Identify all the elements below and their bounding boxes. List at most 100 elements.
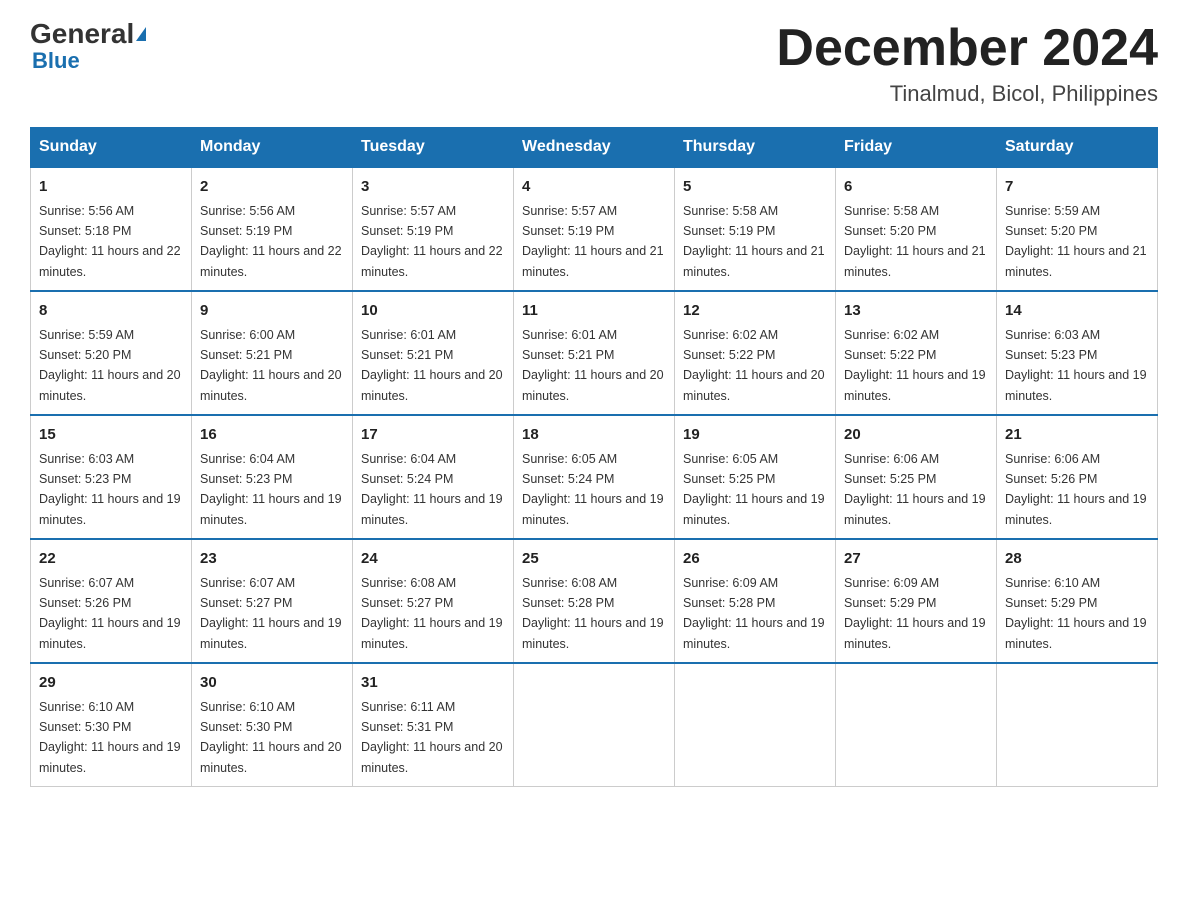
day-number: 31	[361, 672, 505, 695]
day-info: Sunrise: 6:06 AMSunset: 5:26 PMDaylight:…	[1005, 452, 1147, 527]
calendar-header-row: Sunday Monday Tuesday Wednesday Thursday…	[31, 128, 1158, 168]
table-row: 7 Sunrise: 5:59 AMSunset: 5:20 PMDayligh…	[997, 167, 1158, 291]
day-number: 22	[39, 548, 183, 571]
day-info: Sunrise: 5:59 AMSunset: 5:20 PMDaylight:…	[39, 328, 181, 403]
table-row	[514, 663, 675, 787]
day-number: 7	[1005, 176, 1149, 199]
day-info: Sunrise: 6:00 AMSunset: 5:21 PMDaylight:…	[200, 328, 342, 403]
day-info: Sunrise: 6:01 AMSunset: 5:21 PMDaylight:…	[522, 328, 664, 403]
table-row: 20 Sunrise: 6:06 AMSunset: 5:25 PMDaylig…	[836, 415, 997, 539]
day-number: 21	[1005, 424, 1149, 447]
col-monday: Monday	[192, 128, 353, 168]
day-number: 15	[39, 424, 183, 447]
day-number: 1	[39, 176, 183, 199]
day-number: 12	[683, 300, 827, 323]
day-info: Sunrise: 6:02 AMSunset: 5:22 PMDaylight:…	[683, 328, 825, 403]
table-row: 5 Sunrise: 5:58 AMSunset: 5:19 PMDayligh…	[675, 167, 836, 291]
table-row: 1 Sunrise: 5:56 AMSunset: 5:18 PMDayligh…	[31, 167, 192, 291]
day-info: Sunrise: 6:04 AMSunset: 5:23 PMDaylight:…	[200, 452, 342, 527]
calendar-table: Sunday Monday Tuesday Wednesday Thursday…	[30, 127, 1158, 787]
day-number: 10	[361, 300, 505, 323]
calendar-week-row: 8 Sunrise: 5:59 AMSunset: 5:20 PMDayligh…	[31, 291, 1158, 415]
day-number: 11	[522, 300, 666, 323]
day-number: 29	[39, 672, 183, 695]
day-number: 4	[522, 176, 666, 199]
table-row: 10 Sunrise: 6:01 AMSunset: 5:21 PMDaylig…	[353, 291, 514, 415]
table-row: 28 Sunrise: 6:10 AMSunset: 5:29 PMDaylig…	[997, 539, 1158, 663]
calendar-week-row: 15 Sunrise: 6:03 AMSunset: 5:23 PMDaylig…	[31, 415, 1158, 539]
table-row: 18 Sunrise: 6:05 AMSunset: 5:24 PMDaylig…	[514, 415, 675, 539]
day-number: 24	[361, 548, 505, 571]
col-sunday: Sunday	[31, 128, 192, 168]
logo-blue: Blue	[32, 48, 80, 74]
day-info: Sunrise: 6:04 AMSunset: 5:24 PMDaylight:…	[361, 452, 503, 527]
col-wednesday: Wednesday	[514, 128, 675, 168]
table-row: 26 Sunrise: 6:09 AMSunset: 5:28 PMDaylig…	[675, 539, 836, 663]
table-row: 3 Sunrise: 5:57 AMSunset: 5:19 PMDayligh…	[353, 167, 514, 291]
day-number: 26	[683, 548, 827, 571]
table-row: 8 Sunrise: 5:59 AMSunset: 5:20 PMDayligh…	[31, 291, 192, 415]
day-info: Sunrise: 5:57 AMSunset: 5:19 PMDaylight:…	[522, 204, 664, 279]
day-number: 30	[200, 672, 344, 695]
table-row: 30 Sunrise: 6:10 AMSunset: 5:30 PMDaylig…	[192, 663, 353, 787]
day-number: 25	[522, 548, 666, 571]
day-info: Sunrise: 5:58 AMSunset: 5:20 PMDaylight:…	[844, 204, 986, 279]
logo-triangle-icon	[136, 27, 146, 41]
day-info: Sunrise: 6:01 AMSunset: 5:21 PMDaylight:…	[361, 328, 503, 403]
day-number: 2	[200, 176, 344, 199]
day-info: Sunrise: 6:03 AMSunset: 5:23 PMDaylight:…	[1005, 328, 1147, 403]
day-number: 5	[683, 176, 827, 199]
day-info: Sunrise: 6:07 AMSunset: 5:27 PMDaylight:…	[200, 576, 342, 651]
day-info: Sunrise: 6:09 AMSunset: 5:29 PMDaylight:…	[844, 576, 986, 651]
table-row: 12 Sunrise: 6:02 AMSunset: 5:22 PMDaylig…	[675, 291, 836, 415]
title-section: December 2024 Tinalmud, Bicol, Philippin…	[776, 20, 1158, 107]
day-number: 3	[361, 176, 505, 199]
table-row	[836, 663, 997, 787]
table-row: 19 Sunrise: 6:05 AMSunset: 5:25 PMDaylig…	[675, 415, 836, 539]
day-info: Sunrise: 5:56 AMSunset: 5:18 PMDaylight:…	[39, 204, 181, 279]
table-row: 11 Sunrise: 6:01 AMSunset: 5:21 PMDaylig…	[514, 291, 675, 415]
day-info: Sunrise: 6:10 AMSunset: 5:30 PMDaylight:…	[200, 700, 342, 775]
day-info: Sunrise: 5:57 AMSunset: 5:19 PMDaylight:…	[361, 204, 503, 279]
day-info: Sunrise: 5:59 AMSunset: 5:20 PMDaylight:…	[1005, 204, 1147, 279]
day-number: 19	[683, 424, 827, 447]
day-info: Sunrise: 6:06 AMSunset: 5:25 PMDaylight:…	[844, 452, 986, 527]
day-info: Sunrise: 5:56 AMSunset: 5:19 PMDaylight:…	[200, 204, 342, 279]
table-row: 27 Sunrise: 6:09 AMSunset: 5:29 PMDaylig…	[836, 539, 997, 663]
day-info: Sunrise: 6:03 AMSunset: 5:23 PMDaylight:…	[39, 452, 181, 527]
day-info: Sunrise: 5:58 AMSunset: 5:19 PMDaylight:…	[683, 204, 825, 279]
day-number: 28	[1005, 548, 1149, 571]
table-row: 24 Sunrise: 6:08 AMSunset: 5:27 PMDaylig…	[353, 539, 514, 663]
day-number: 23	[200, 548, 344, 571]
table-row: 25 Sunrise: 6:08 AMSunset: 5:28 PMDaylig…	[514, 539, 675, 663]
day-info: Sunrise: 6:05 AMSunset: 5:25 PMDaylight:…	[683, 452, 825, 527]
day-number: 14	[1005, 300, 1149, 323]
table-row: 4 Sunrise: 5:57 AMSunset: 5:19 PMDayligh…	[514, 167, 675, 291]
day-info: Sunrise: 6:09 AMSunset: 5:28 PMDaylight:…	[683, 576, 825, 651]
table-row: 21 Sunrise: 6:06 AMSunset: 5:26 PMDaylig…	[997, 415, 1158, 539]
day-number: 27	[844, 548, 988, 571]
day-number: 18	[522, 424, 666, 447]
col-thursday: Thursday	[675, 128, 836, 168]
table-row: 2 Sunrise: 5:56 AMSunset: 5:19 PMDayligh…	[192, 167, 353, 291]
table-row: 23 Sunrise: 6:07 AMSunset: 5:27 PMDaylig…	[192, 539, 353, 663]
col-saturday: Saturday	[997, 128, 1158, 168]
table-row: 29 Sunrise: 6:10 AMSunset: 5:30 PMDaylig…	[31, 663, 192, 787]
table-row: 13 Sunrise: 6:02 AMSunset: 5:22 PMDaylig…	[836, 291, 997, 415]
day-number: 20	[844, 424, 988, 447]
day-info: Sunrise: 6:08 AMSunset: 5:27 PMDaylight:…	[361, 576, 503, 651]
day-info: Sunrise: 6:08 AMSunset: 5:28 PMDaylight:…	[522, 576, 664, 651]
logo: General Blue	[30, 20, 146, 74]
table-row: 22 Sunrise: 6:07 AMSunset: 5:26 PMDaylig…	[31, 539, 192, 663]
day-number: 6	[844, 176, 988, 199]
calendar-week-row: 22 Sunrise: 6:07 AMSunset: 5:26 PMDaylig…	[31, 539, 1158, 663]
day-number: 16	[200, 424, 344, 447]
table-row: 17 Sunrise: 6:04 AMSunset: 5:24 PMDaylig…	[353, 415, 514, 539]
table-row: 9 Sunrise: 6:00 AMSunset: 5:21 PMDayligh…	[192, 291, 353, 415]
col-tuesday: Tuesday	[353, 128, 514, 168]
day-info: Sunrise: 6:10 AMSunset: 5:29 PMDaylight:…	[1005, 576, 1147, 651]
day-info: Sunrise: 6:05 AMSunset: 5:24 PMDaylight:…	[522, 452, 664, 527]
day-number: 17	[361, 424, 505, 447]
month-title: December 2024	[776, 20, 1158, 77]
table-row: 16 Sunrise: 6:04 AMSunset: 5:23 PMDaylig…	[192, 415, 353, 539]
